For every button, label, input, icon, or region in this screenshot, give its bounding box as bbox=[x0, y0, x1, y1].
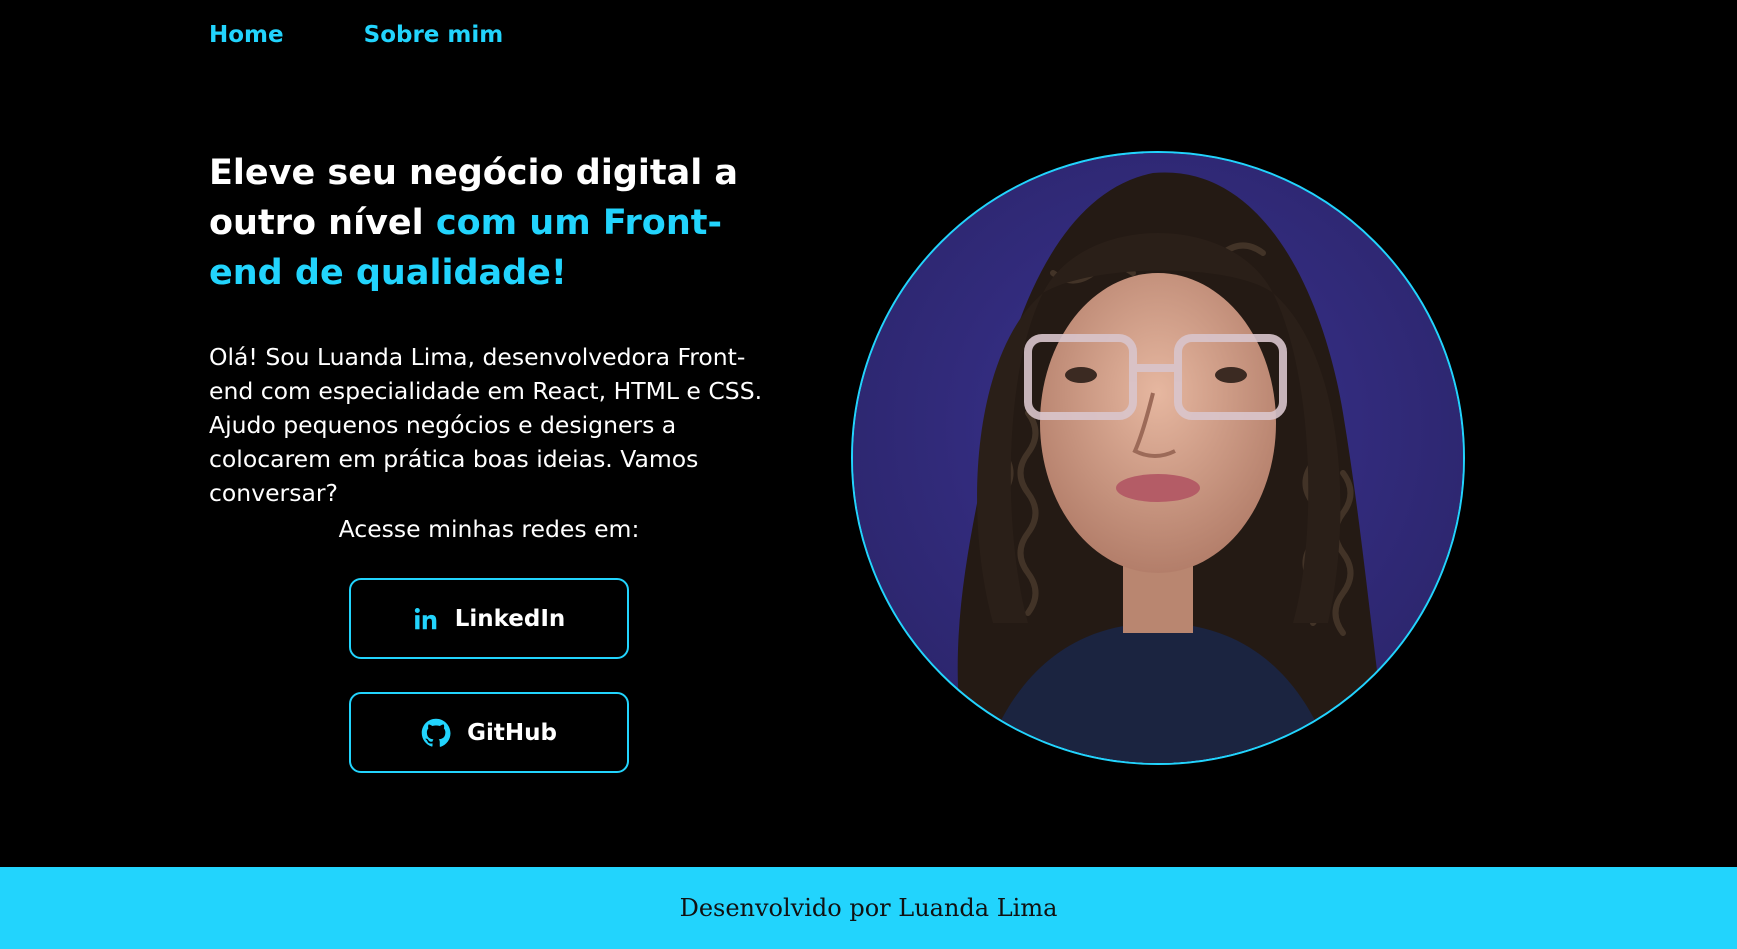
github-icon bbox=[421, 718, 451, 748]
github-button[interactable]: GitHub bbox=[349, 692, 629, 773]
top-nav: Home Sobre mim bbox=[209, 22, 503, 48]
footer-credit: Desenvolvido por Luanda Lima bbox=[679, 894, 1058, 922]
nav-home-link[interactable]: Home bbox=[209, 22, 284, 48]
social-links: Acesse minhas redes em: LinkedIn GitHub bbox=[209, 512, 769, 773]
footer: Desenvolvido por Luanda Lima bbox=[0, 867, 1737, 949]
nav-about-link[interactable]: Sobre mim bbox=[364, 22, 504, 48]
portrait-illustration bbox=[853, 153, 1463, 763]
linkedin-icon bbox=[413, 606, 439, 632]
profile-photo bbox=[851, 151, 1465, 765]
intro-paragraph: Olá! Sou Luanda Lima, desenvolvedora Fro… bbox=[209, 343, 763, 507]
page: Home Sobre mim Eleve seu negócio digital… bbox=[0, 0, 1737, 949]
linkedin-label: LinkedIn bbox=[454, 605, 566, 632]
socials-label: Acesse minhas redes em: bbox=[338, 515, 640, 543]
hero-headline: Eleve seu negócio digital a outro nível … bbox=[209, 148, 789, 298]
github-label: GitHub bbox=[467, 719, 557, 746]
hero-text: Eleve seu negócio digital a outro nível … bbox=[209, 148, 789, 510]
linkedin-button[interactable]: LinkedIn bbox=[349, 578, 629, 659]
